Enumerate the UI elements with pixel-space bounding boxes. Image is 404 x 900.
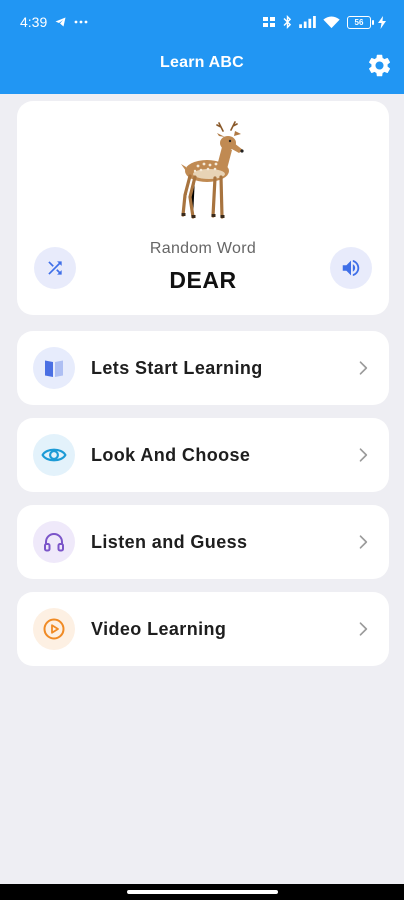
menu-icon-wrap	[33, 434, 75, 476]
play-circle-icon	[43, 618, 65, 640]
navigation-bar	[0, 884, 404, 900]
menu-item-label: Look And Choose	[91, 445, 251, 465]
app-bar: 4:39 56 Learn ABC	[0, 0, 404, 94]
deer-icon	[181, 121, 244, 219]
menu-item-label: Listen and Guess	[91, 532, 248, 552]
volte-icon	[263, 17, 275, 27]
home-indicator[interactable]	[127, 890, 278, 894]
bluetooth-icon	[283, 15, 292, 29]
random-word-label: Random Word	[149, 240, 257, 257]
book-icon	[45, 360, 63, 377]
settings-button[interactable]	[364, 50, 394, 80]
status-time: 4:39	[20, 14, 48, 30]
random-word-card: Random Word DEAR	[17, 101, 389, 315]
gear-icon	[368, 54, 390, 76]
menu-item-listen-and-guess[interactable]: Listen and Guess	[17, 505, 389, 579]
status-bar: 4:39 56	[0, 0, 404, 44]
charging-icon	[378, 15, 386, 29]
menu-icon-wrap	[33, 521, 75, 563]
signal-icon	[299, 16, 316, 28]
menu-icon-wrap	[33, 608, 75, 650]
chevron-right-icon	[359, 622, 368, 636]
chevron-right-icon	[359, 535, 368, 549]
telegram-icon	[55, 17, 66, 27]
menu-item-video-learning[interactable]: Video Learning	[17, 592, 389, 666]
more-dots-icon	[74, 20, 88, 24]
headphones-icon	[44, 533, 64, 552]
menu-item-lets-start-learning[interactable]: Lets Start Learning	[17, 331, 389, 405]
eye-icon	[41, 448, 67, 462]
battery-level: 56	[354, 17, 364, 27]
chevron-right-icon	[359, 361, 368, 375]
wifi-icon	[323, 15, 340, 28]
battery-icon: 56	[347, 15, 374, 29]
random-word: DEAR	[169, 267, 237, 293]
menu-item-look-and-choose[interactable]: Look And Choose	[17, 418, 389, 492]
app-title: Learn ABC	[160, 54, 244, 71]
chevron-right-icon	[359, 448, 368, 462]
menu-item-label: Lets Start Learning	[91, 358, 263, 378]
menu-item-label: Video Learning	[91, 619, 227, 639]
menu-icon-wrap	[33, 347, 75, 389]
